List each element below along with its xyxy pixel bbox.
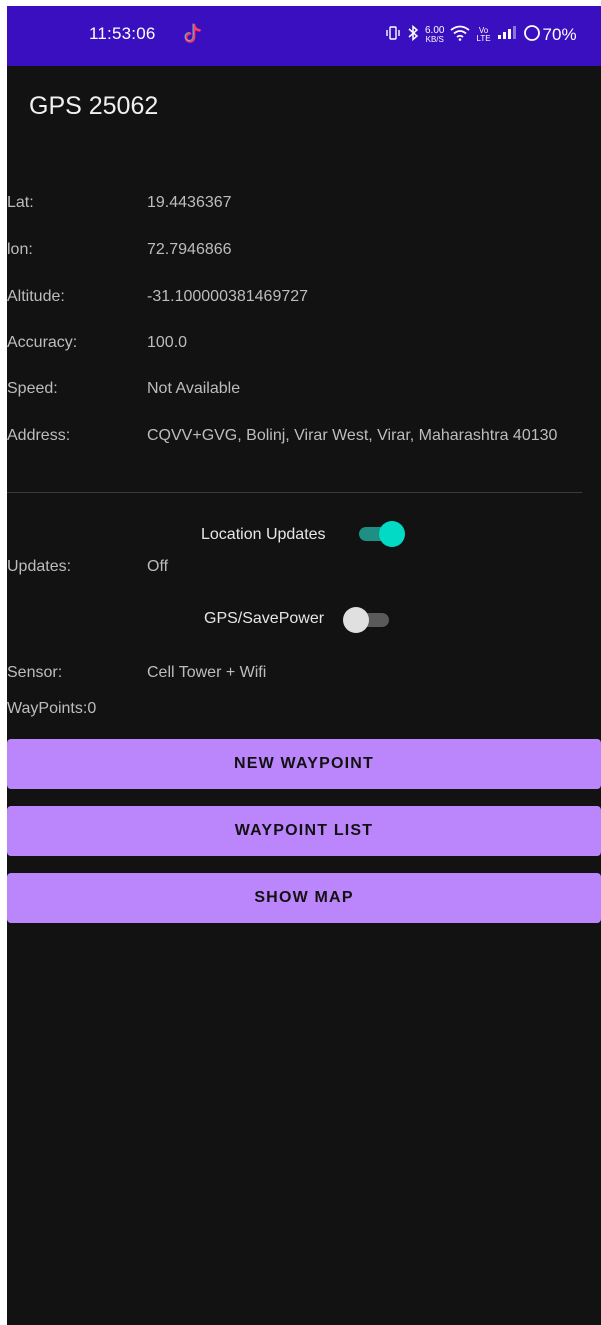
gps-savepower-label: GPS/SavePower — [204, 610, 325, 627]
altitude-label: Altitude: — [7, 288, 65, 305]
show-map-button[interactable]: SHOW MAP — [7, 873, 601, 923]
app-screen: 11:53:06 6.00 KB/S Vo LTE 70% GPS 25062 … — [7, 6, 601, 1325]
signal-icon — [497, 25, 517, 45]
status-bar: 11:53:06 6.00 KB/S Vo LTE 70% — [7, 6, 601, 66]
app-title: GPS 25062 — [29, 92, 159, 120]
updates-value: Off — [147, 558, 169, 575]
address-label: Address: — [7, 427, 71, 444]
speed-label: Speed: — [7, 380, 58, 397]
sensor-value: Cell Tower + Wifi — [147, 664, 267, 681]
net-speed: 6.00 KB/S — [425, 26, 444, 44]
accuracy-value: 100.0 — [147, 334, 188, 351]
bluetooth-icon — [407, 24, 419, 46]
status-icons: 6.00 KB/S Vo LTE 70% — [385, 22, 577, 48]
address-value: CQVV+GVG, Bolinj, Virar West, Virar, Mah… — [147, 427, 558, 444]
sensor-label: Sensor: — [7, 664, 63, 681]
waypoints-count: WayPoints:0 — [7, 700, 97, 717]
location-updates-thumb — [379, 521, 405, 547]
gps-savepower-switch[interactable] — [343, 606, 391, 634]
new-waypoint-button[interactable]: NEW WAYPOINT — [7, 739, 601, 789]
volte-bottom: LTE — [476, 34, 491, 43]
divider — [7, 492, 582, 493]
battery-ring-icon — [523, 24, 541, 47]
net-speed-unit: KB/S — [425, 35, 444, 44]
lat-value: 19.4436367 — [147, 194, 232, 211]
accuracy-label: Accuracy: — [7, 334, 78, 351]
updates-label: Updates: — [7, 558, 72, 575]
gps-savepower-thumb — [343, 607, 369, 633]
location-updates-switch[interactable] — [357, 520, 405, 548]
vibrate-icon — [385, 25, 401, 45]
lat-label: Lat: — [7, 194, 34, 211]
status-time: 11:53:06 — [89, 24, 156, 43]
location-updates-label: Location Updates — [201, 526, 326, 543]
volte-icon: Vo LTE — [476, 27, 490, 43]
tiktok-icon — [182, 22, 204, 46]
waypoint-list-button[interactable]: WAYPOINT LIST — [7, 806, 601, 856]
battery-percent: 70% — [542, 25, 577, 44]
wifi-icon — [450, 25, 471, 46]
lon-label: lon: — [7, 241, 33, 258]
speed-value: Not Available — [147, 380, 241, 397]
altitude-value: -31.100000381469727 — [147, 288, 309, 305]
lon-value: 72.7946866 — [147, 241, 232, 258]
